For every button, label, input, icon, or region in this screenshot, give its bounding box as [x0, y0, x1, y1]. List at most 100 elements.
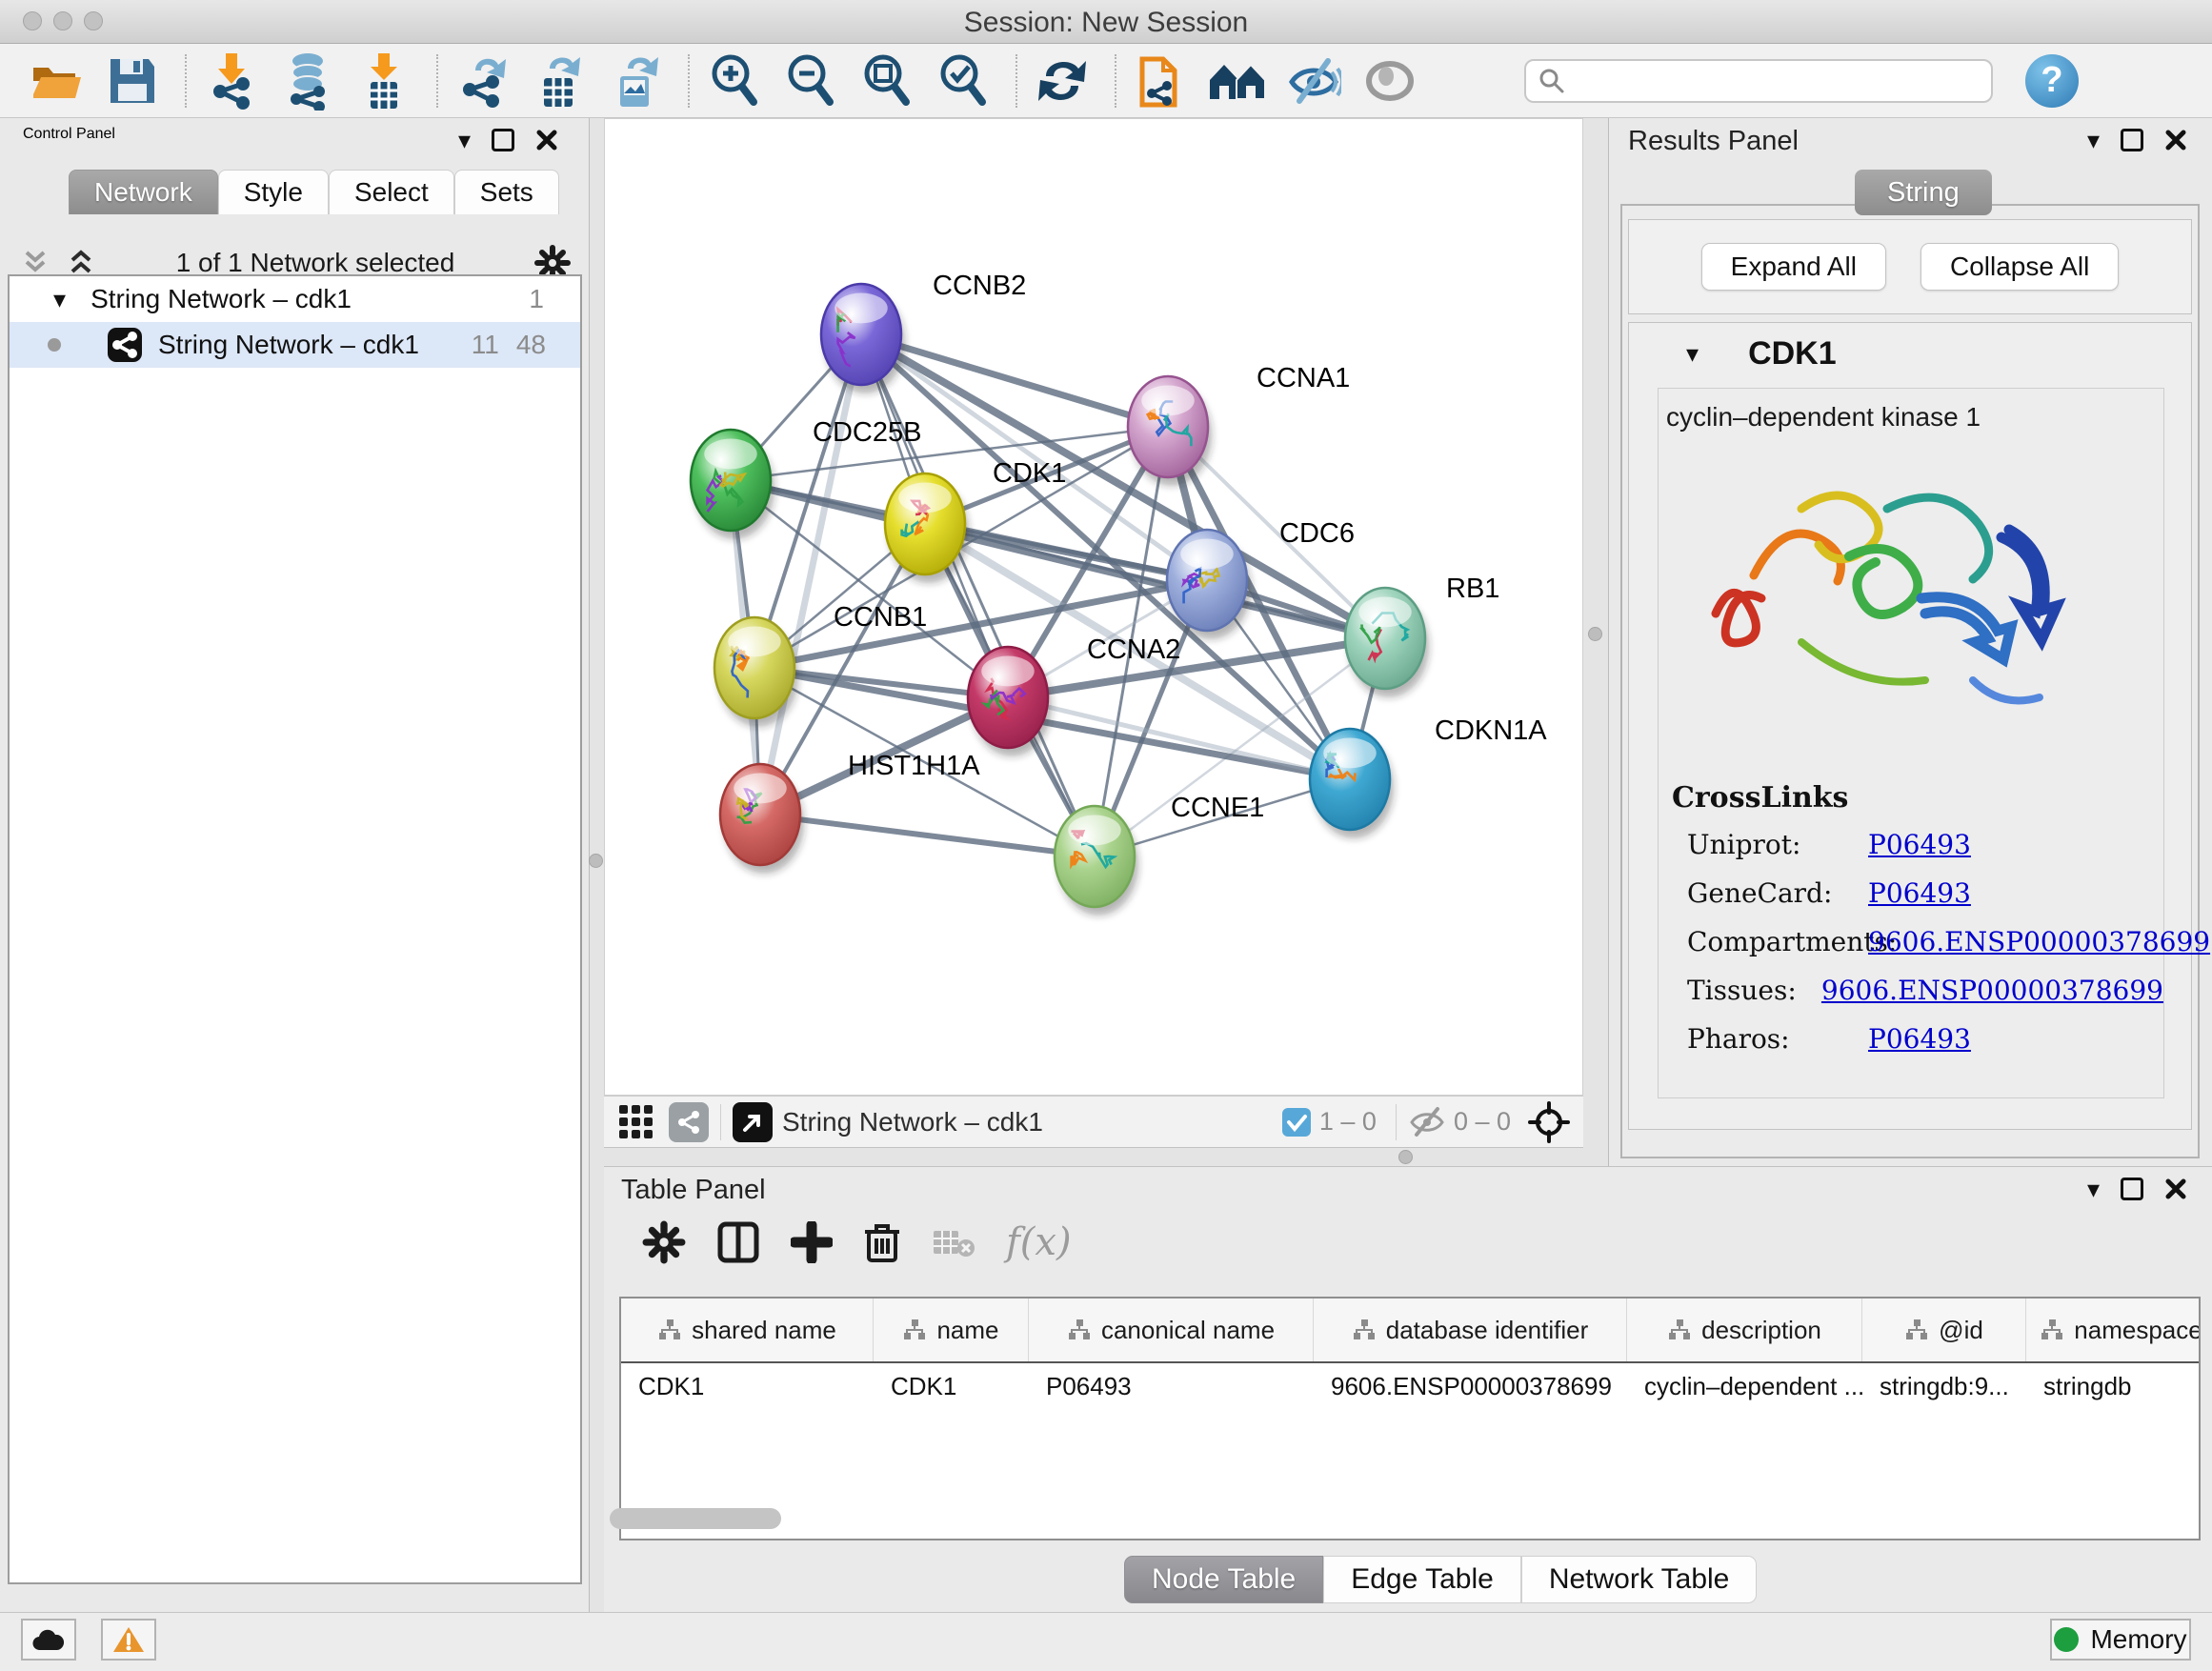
network-tree-row[interactable]: ▾String Network – cdk11 — [10, 276, 580, 322]
collapse-all-button[interactable]: Collapse All — [1920, 243, 2119, 291]
import-network-from-file-button[interactable] — [202, 51, 261, 111]
birds-eye-view-icon[interactable] — [1528, 1101, 1570, 1143]
network-tree-row[interactable]: String Network – cdk11148 — [10, 322, 580, 368]
tab-string[interactable]: String — [1855, 170, 1992, 215]
column-header-name[interactable]: name — [874, 1299, 1029, 1361]
apply-layout-button[interactable] — [1033, 51, 1092, 111]
show-columns-icon[interactable] — [716, 1220, 760, 1264]
node-HIST1H1A[interactable]: HIST1H1A — [720, 751, 980, 874]
control-panel-close-icon[interactable] — [535, 129, 558, 151]
table-panel-close-icon[interactable] — [2164, 1178, 2187, 1200]
table-cell[interactable]: stringdb:9... — [1862, 1372, 2026, 1401]
left-splitter-handle[interactable] — [589, 854, 603, 868]
node-CDK1[interactable]: CDK1 — [885, 458, 1066, 583]
edge-CCNB2-HIST1H1A[interactable] — [760, 334, 861, 815]
node-CCNE1[interactable]: CCNE1 — [1055, 793, 1264, 916]
results-panel-maximize-button[interactable] — [2121, 129, 2143, 151]
tab-node-table[interactable]: Node Table — [1124, 1556, 1323, 1603]
table-cell[interactable]: P06493 — [1029, 1372, 1314, 1401]
warnings-button[interactable] — [101, 1619, 156, 1661]
zoom-out-button[interactable] — [781, 51, 840, 111]
table-horizontal-scrollbar[interactable] — [610, 1508, 781, 1529]
crosslink-link[interactable]: P06493 — [1868, 877, 1971, 909]
toolbar-separator — [1016, 54, 1017, 108]
tab-select[interactable]: Select — [329, 170, 454, 214]
automation-cloud-button[interactable] — [21, 1619, 76, 1661]
node-RB1[interactable]: RB1 — [1345, 574, 1499, 697]
node-CDKN1A[interactable]: CDKN1A — [1310, 715, 1547, 838]
tab-sets[interactable]: Sets — [454, 170, 559, 214]
table-cell[interactable]: stringdb — [2026, 1372, 2201, 1401]
open-in-new-window-button[interactable] — [733, 1102, 773, 1142]
gene-section-header[interactable]: ▾ CDK1 — [1629, 323, 2191, 384]
right-splitter-handle[interactable] — [1588, 627, 1602, 641]
create-column-plus-icon[interactable] — [791, 1221, 833, 1263]
column-header-namespace[interactable]: namespace — [2026, 1299, 2201, 1361]
tab-network-table[interactable]: Network Table — [1521, 1556, 1758, 1603]
string-network-graph[interactable]: CCNB2CCNA1CDC25BCDK1CDC6RB1CCNB1CCNA2CDK… — [605, 119, 1582, 1095]
first-neighbors-button[interactable] — [1208, 51, 1267, 111]
open-session-button[interactable] — [27, 51, 86, 111]
horizontal-splitter-handle[interactable] — [1398, 1150, 1413, 1164]
control-panel-float-button[interactable]: ▾ — [458, 128, 471, 152]
zoom-fit-button[interactable] — [857, 51, 916, 111]
zoom-in-button[interactable] — [705, 51, 764, 111]
crosslink-link[interactable]: 9606.ENSP00000378699 — [1821, 975, 2163, 1006]
export-table-to-file-button[interactable] — [530, 51, 589, 111]
import-table-from-file-button[interactable] — [354, 51, 413, 111]
export-network-to-file-button[interactable] — [453, 51, 513, 111]
tab-network[interactable]: Network — [69, 170, 218, 214]
expand-all-chevron-icon[interactable] — [65, 249, 97, 277]
export-image-button[interactable] — [606, 51, 665, 111]
edge-CCNB2-CCNA1[interactable] — [861, 334, 1168, 427]
control-panel-maximize-button[interactable] — [492, 129, 514, 151]
node-CCNA1[interactable]: CCNA1 — [1128, 363, 1350, 486]
help-button[interactable]: ? — [2025, 54, 2079, 108]
tab-style[interactable]: Style — [218, 170, 329, 214]
table-cell[interactable]: CDK1 — [874, 1372, 1029, 1401]
grid-view-icon[interactable] — [617, 1103, 655, 1141]
collection-count: 1 — [529, 284, 544, 314]
node-CCNA2[interactable]: CCNA2 — [968, 634, 1180, 756]
crosslink-label: GeneCard: — [1687, 877, 1868, 909]
results-panel-close-icon[interactable] — [2164, 129, 2187, 151]
collapse-all-chevron-icon[interactable] — [19, 249, 51, 277]
edge-HIST1H1A-CCNE1[interactable] — [760, 815, 1095, 856]
column-header-database-identifier[interactable]: database identifier — [1314, 1299, 1627, 1361]
table-cell[interactable]: CDK1 — [621, 1372, 874, 1401]
column-header-canonical-name[interactable]: canonical name — [1029, 1299, 1314, 1361]
table-row[interactable]: CDK1CDK1P064939606.ENSP00000378699cyclin… — [621, 1363, 2199, 1409]
show-all-button[interactable] — [1360, 51, 1419, 111]
hidden-eye-slash-icon[interactable] — [1408, 1106, 1446, 1138]
results-panel-float-button[interactable]: ▾ — [2087, 128, 2100, 152]
column-header-description[interactable]: description — [1627, 1299, 1862, 1361]
table-options-gear-icon[interactable] — [642, 1220, 686, 1264]
tab-edge-table[interactable]: Edge Table — [1323, 1556, 1521, 1603]
search-input[interactable] — [1566, 66, 1966, 95]
hide-selected-button[interactable] — [1284, 51, 1343, 111]
new-network-from-selection-button[interactable] — [1132, 51, 1191, 111]
memory-button[interactable]: Memory — [2050, 1619, 2191, 1661]
network-share-view-button[interactable] — [669, 1102, 709, 1142]
crosslink-link[interactable]: 9606.ENSP00000378699 — [1868, 926, 2210, 957]
zoom-selected-button[interactable] — [934, 51, 993, 111]
table-panel-maximize-button[interactable] — [2121, 1178, 2143, 1200]
horizontal-splitter[interactable] — [604, 1148, 1583, 1166]
network-view-canvas[interactable]: CCNB2CCNA1CDC25BCDK1CDC6RB1CCNB1CCNA2CDK… — [604, 118, 1583, 1096]
column-header--id[interactable]: @id — [1862, 1299, 2026, 1361]
delete-column-trash-icon[interactable] — [863, 1220, 901, 1264]
table-cell[interactable]: cyclin–dependent ... — [1627, 1372, 1862, 1401]
table-panel-float-button[interactable]: ▾ — [2087, 1177, 2100, 1201]
tree-expand-arrow-icon[interactable]: ▾ — [53, 287, 66, 312]
crosslink-link[interactable]: P06493 — [1868, 829, 1971, 860]
crosslink-link[interactable]: P06493 — [1868, 1023, 1971, 1055]
import-network-from-database-button[interactable] — [278, 51, 337, 111]
expand-all-button[interactable]: Expand All — [1701, 243, 1886, 291]
column-header-shared-name[interactable]: shared name — [621, 1299, 874, 1361]
right-splitter[interactable] — [1583, 118, 1608, 1166]
selected-checkbox-icon[interactable] — [1281, 1107, 1312, 1137]
save-session-button[interactable] — [103, 51, 162, 111]
gene-collapse-arrow-icon[interactable]: ▾ — [1686, 341, 1699, 366]
table-cell[interactable]: 9606.ENSP00000378699 — [1314, 1372, 1627, 1401]
attribute-tree-icon — [902, 1318, 927, 1342]
